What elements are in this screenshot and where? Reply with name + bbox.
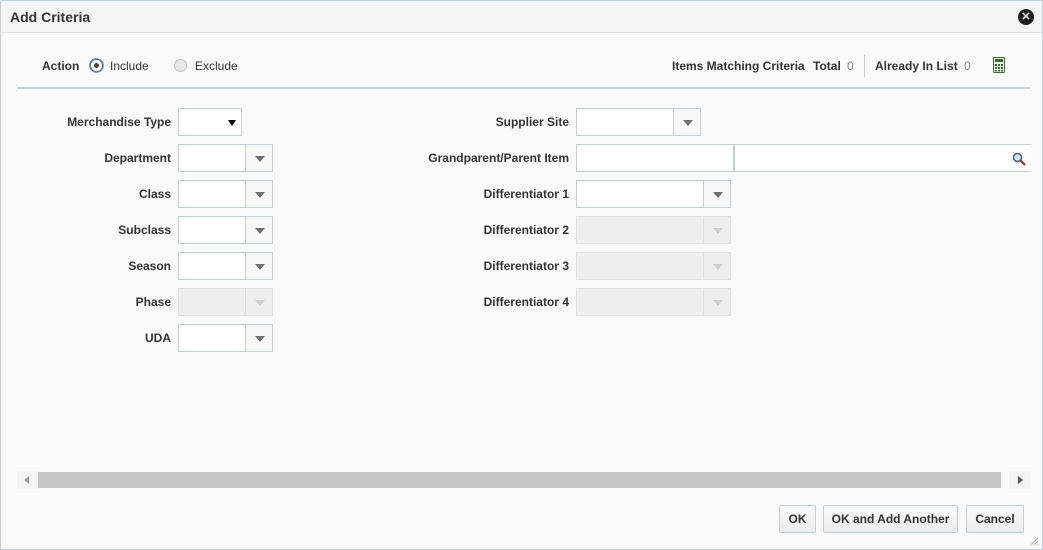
differentiator-3-combo — [576, 252, 731, 280]
differentiator-4-label: Differentiator 4 — [483, 295, 569, 309]
ok-and-add-another-button[interactable]: OK and Add Another — [823, 505, 958, 533]
horizontal-scrollbar[interactable] — [17, 471, 1030, 489]
department-combo[interactable] — [178, 144, 273, 172]
differentiator-1-combo[interactable] — [576, 180, 731, 208]
supplier-site-label: Supplier Site — [495, 115, 569, 129]
differentiator-2-label: Differentiator 2 — [483, 223, 569, 237]
include-radio[interactable] — [90, 59, 103, 72]
cancel-button[interactable]: Cancel — [966, 505, 1024, 533]
matching-separator — [864, 55, 865, 77]
subclass-combo[interactable] — [178, 216, 273, 244]
grandparent-parent-item-label: Grandparent/Parent Item — [428, 151, 569, 165]
dialog-titlebar: Add Criteria ✕ — [1, 1, 1042, 33]
search-icon[interactable] — [1012, 152, 1026, 166]
chevron-down-icon[interactable] — [245, 253, 272, 279]
department-label: Department — [104, 151, 171, 165]
phase-combo — [178, 288, 273, 316]
already-in-list-value: 0 — [964, 59, 971, 73]
chevron-down-icon[interactable] — [703, 181, 730, 207]
chevron-down-icon — [703, 253, 730, 279]
chevron-down-icon[interactable] — [245, 217, 272, 243]
chevron-down-icon[interactable] — [245, 181, 272, 207]
header-rule — [17, 87, 1030, 89]
items-matching-label: Items Matching Criteria — [672, 59, 805, 73]
chevron-down-icon[interactable] — [245, 145, 272, 171]
merchandise-type-select[interactable] — [178, 108, 242, 136]
scrollbar-thumb[interactable] — [38, 472, 1001, 488]
uda-combo[interactable] — [178, 324, 273, 352]
include-label[interactable]: Include — [110, 59, 149, 73]
close-icon[interactable]: ✕ — [1018, 9, 1034, 25]
supplier-site-combo[interactable] — [576, 108, 701, 136]
scroll-right-icon[interactable] — [1009, 471, 1030, 489]
chevron-down-icon — [703, 217, 730, 243]
class-label: Class — [138, 187, 171, 201]
exclude-label[interactable]: Exclude — [195, 59, 238, 73]
class-combo[interactable] — [178, 180, 273, 208]
resize-grip-icon[interactable] — [1029, 536, 1039, 546]
grandparent-parent-item-description[interactable] — [734, 144, 1031, 172]
grandparent-parent-item-input[interactable] — [576, 144, 734, 172]
differentiator-1-label: Differentiator 1 — [483, 187, 569, 201]
season-label: Season — [128, 259, 171, 273]
scroll-left-icon[interactable] — [17, 471, 38, 489]
chevron-down-icon[interactable] — [245, 325, 272, 351]
differentiator-4-combo — [576, 288, 731, 316]
calculator-icon[interactable] — [993, 57, 1005, 73]
dropdown-arrow-icon — [228, 120, 236, 126]
total-value: 0 — [847, 59, 854, 73]
chevron-down-icon — [703, 289, 730, 315]
subclass-label: Subclass — [118, 223, 171, 237]
chevron-down-icon — [245, 289, 272, 315]
add-criteria-dialog: Add Criteria ✕ Action Include Exclude It… — [0, 0, 1043, 550]
differentiator-2-combo — [576, 216, 731, 244]
dialog-title: Add Criteria — [10, 9, 91, 25]
differentiator-3-label: Differentiator 3 — [483, 259, 569, 273]
season-combo[interactable] — [178, 252, 273, 280]
action-label: Action — [42, 59, 80, 73]
already-in-list-label: Already In List — [875, 59, 958, 73]
chevron-down-icon[interactable] — [673, 109, 700, 135]
total-label: Total — [813, 59, 841, 73]
exclude-radio[interactable] — [174, 59, 187, 72]
merchandise-type-label: Merchandise Type — [67, 115, 171, 129]
ok-button[interactable]: OK — [779, 505, 816, 533]
uda-label: UDA — [145, 331, 171, 345]
phase-label: Phase — [135, 295, 171, 309]
